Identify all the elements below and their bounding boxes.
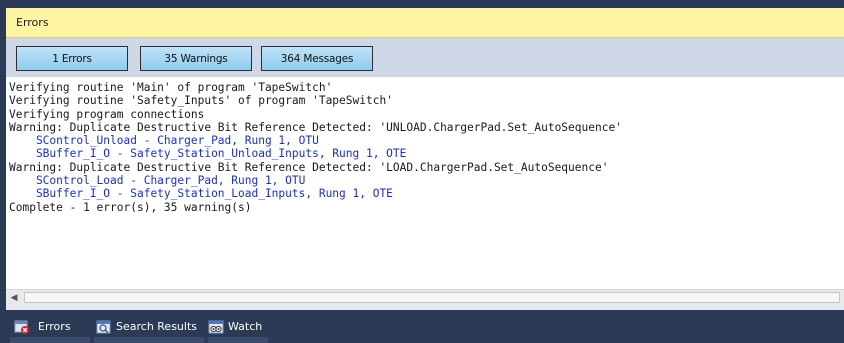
tab-errors-label: Errors — [38, 320, 71, 333]
filter-toolbar: 1 Errors 35 Warnings 364 Messages — [6, 38, 844, 77]
warnings-filter-button[interactable]: 35 Warnings — [140, 46, 252, 71]
output-line: Verifying program connections — [9, 107, 205, 121]
tab-watch-label: Watch — [228, 320, 263, 333]
errors-icon — [14, 319, 30, 335]
output-line: Complete - 1 error(s), 35 warning(s) — [9, 200, 252, 214]
errors-filter-button[interactable]: 1 Errors — [16, 46, 128, 71]
scrollbar-thumb[interactable] — [24, 292, 840, 303]
output-lines: Verifying routine 'Main' of program 'Tap… — [6, 77, 844, 214]
output-reference-link[interactable]: SBuffer_I_O - Safety_Station_Unload_Inpu… — [6, 147, 844, 160]
tab-search-results[interactable]: Search Results — [96, 310, 197, 343]
output-reference-link[interactable]: SControl_Unload - Charger_Pad, Rung 1, O… — [6, 134, 844, 147]
messages-filter-button[interactable]: 364 Messages — [261, 46, 373, 71]
errors-pane: Errors 1 Errors 35 Warnings 364 Messages… — [0, 0, 844, 343]
tab-watch[interactable]: Watch — [208, 310, 262, 343]
pane-title-bar: Errors — [6, 8, 844, 38]
horizontal-scrollbar[interactable]: ◀ — [6, 289, 844, 306]
pane-title: Errors — [16, 16, 49, 29]
output-line: Verifying routine 'Main' of program 'Tap… — [9, 81, 333, 94]
output-line: Warning: Duplicate Destructive Bit Refer… — [9, 160, 609, 174]
scroll-left-arrow-icon[interactable]: ◀ — [6, 290, 22, 306]
tab-errors[interactable]: Errors — [14, 310, 71, 343]
output-reference-link[interactable]: SControl_Load - Charger_Pad, Rung 1, OTU — [6, 174, 844, 187]
output-line: Warning: Duplicate Destructive Bit Refer… — [9, 120, 622, 134]
search-results-icon — [96, 319, 112, 335]
output-reference-link[interactable]: SBuffer_I_O - Safety_Station_Load_Inputs… — [6, 187, 844, 200]
watch-icon — [208, 319, 224, 335]
output-text-area[interactable]: Verifying routine 'Main' of program 'Tap… — [6, 77, 844, 289]
tab-search-results-label: Search Results — [116, 320, 198, 333]
bottom-tab-bar: Errors Search Results Watch — [0, 310, 844, 343]
output-line: Verifying routine 'Safety_Inputs' of pro… — [9, 94, 393, 108]
